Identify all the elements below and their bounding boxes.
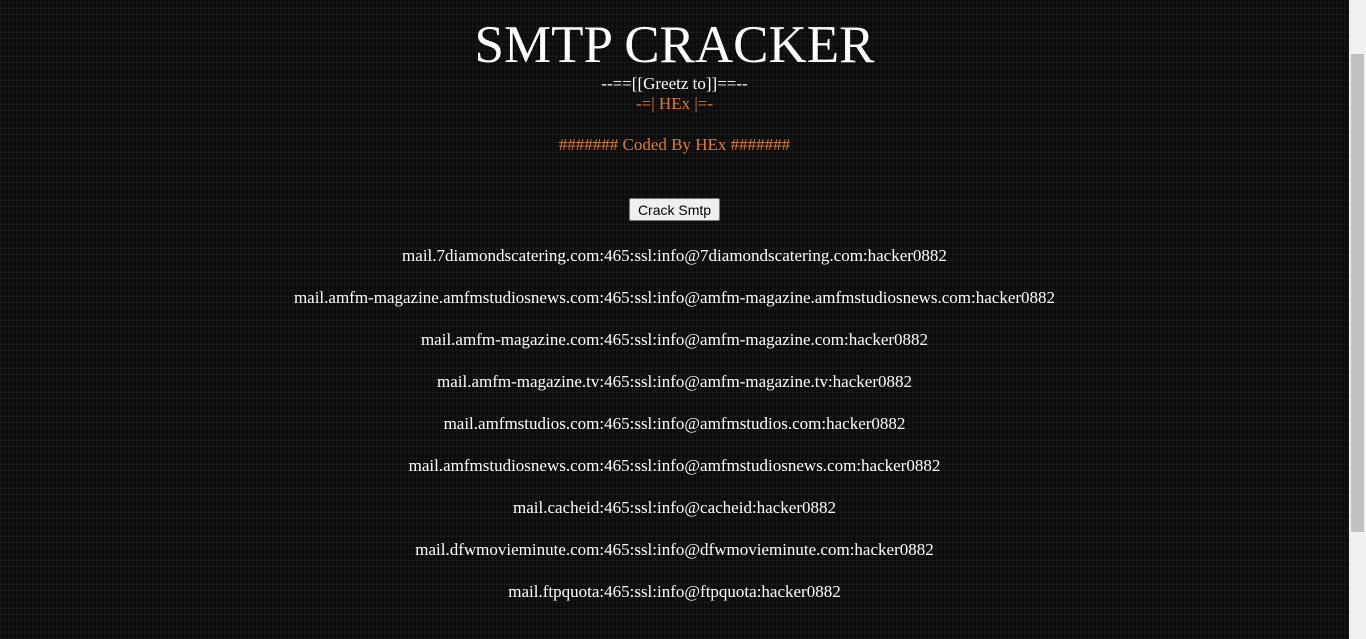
result-item: mail.amfm-magazine.tv:465:ssl:info@amfm-… (437, 372, 912, 391)
result-item: mail.amfmstudiosnews.com:465:ssl:info@am… (408, 456, 941, 475)
result-item: mail.7diamondscatering.com:465:ssl:info@… (402, 246, 947, 265)
greetz-line: --==[[Greetz to]]==-- (601, 74, 748, 93)
scrollbar-thumb[interactable] (1351, 54, 1364, 532)
vertical-scrollbar[interactable] (1349, 0, 1366, 639)
result-item: mail.amfm-magazine.amfmstudiosnews.com:4… (293, 288, 1056, 307)
form-area: Crack Smtp (0, 198, 1349, 222)
results-list: mail.7diamondscatering.com:465:ssl:info@… (0, 246, 1349, 602)
hex-tag: -=| HEx |=- (636, 94, 713, 113)
crack-smtp-button[interactable]: Crack Smtp (628, 198, 721, 221)
result-item: mail.dfwmovieminute.com:465:ssl:info@dfw… (415, 540, 934, 559)
result-item: mail.cacheid:465:ssl:info@cacheid:hacker… (513, 498, 836, 517)
page-title: SMTP CRACKER (474, 16, 875, 74)
coded-by-line: ####### Coded By HEx ####### (558, 135, 791, 154)
result-item: mail.amfm-magazine.com:465:ssl:info@amfm… (420, 330, 929, 349)
result-item: mail.ftpquota:465:ssl:info@ftpquota:hack… (508, 582, 841, 601)
page-content: SMTP CRACKER --==[[Greetz to]]==-- -=| H… (0, 0, 1349, 639)
result-item: mail.amfmstudios.com:465:ssl:info@amfmst… (443, 414, 906, 433)
